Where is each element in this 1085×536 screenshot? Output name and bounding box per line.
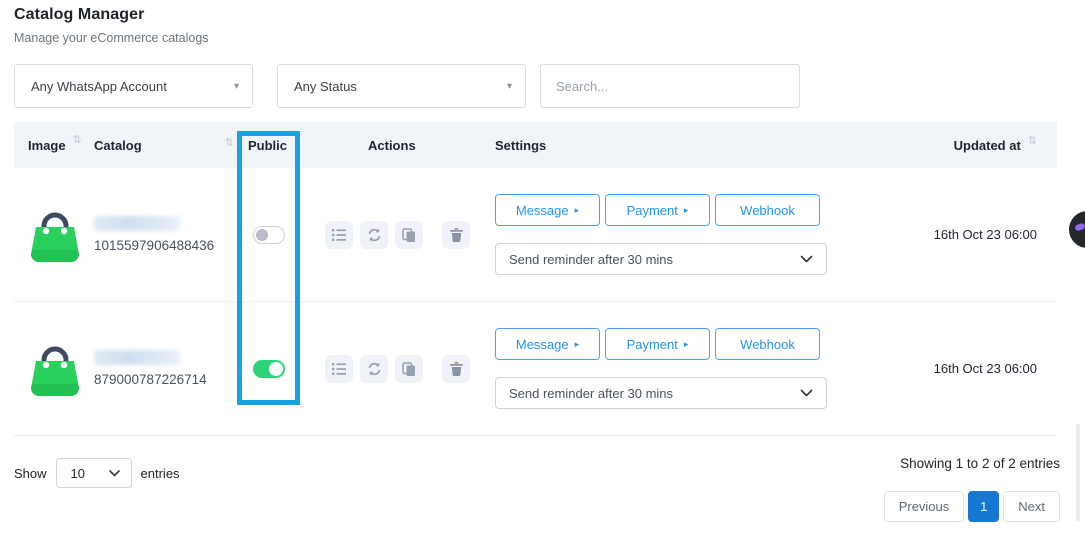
list-icon bbox=[332, 229, 346, 241]
toggle-knob bbox=[256, 229, 268, 241]
sync-button[interactable] bbox=[360, 221, 388, 249]
settings-cell: Message▸ Payment▸ Webhook Send reminder … bbox=[485, 194, 840, 275]
list-icon bbox=[332, 363, 346, 375]
widget-accent-icon bbox=[1074, 223, 1085, 232]
show-entries-control: Show 10 entries bbox=[14, 458, 180, 488]
list-products-button[interactable] bbox=[325, 221, 353, 249]
reminder-select[interactable]: Send reminder after 30 mins bbox=[495, 377, 827, 409]
webhook-settings-button[interactable]: Webhook bbox=[715, 194, 820, 226]
chevron-down-icon bbox=[109, 470, 120, 477]
payment-settings-button[interactable]: Payment▸ bbox=[605, 194, 710, 226]
floating-widget-button[interactable] bbox=[1069, 211, 1085, 248]
public-toggle[interactable] bbox=[253, 226, 285, 244]
page-title: Catalog Manager bbox=[14, 6, 209, 24]
updated-at-cell: 16th Oct 23 06:00 bbox=[840, 361, 1057, 376]
updated-at-cell: 16th Oct 23 06:00 bbox=[840, 227, 1057, 242]
catalog-name-redacted bbox=[94, 216, 180, 231]
header-actions: Actions bbox=[320, 138, 485, 153]
pagination: Previous 1 Next bbox=[880, 491, 1060, 522]
sort-icon[interactable]: ⇅ bbox=[225, 136, 234, 149]
page-header: Catalog Manager Manage your eCommerce ca… bbox=[14, 6, 209, 45]
webhook-settings-button[interactable]: Webhook bbox=[715, 328, 820, 360]
shopping-bag-icon bbox=[28, 340, 82, 398]
settings-cell: Message▸ Payment▸ Webhook Send reminder … bbox=[485, 328, 840, 409]
refresh-icon bbox=[367, 228, 382, 242]
reminder-select[interactable]: Send reminder after 30 mins bbox=[495, 243, 827, 275]
scrollbar[interactable] bbox=[1076, 424, 1080, 521]
caret-down-icon: ▾ bbox=[234, 81, 239, 92]
sort-icon[interactable]: ⇅ bbox=[73, 133, 82, 146]
delete-button[interactable] bbox=[442, 221, 470, 249]
page-size-value: 10 bbox=[71, 466, 85, 481]
sort-icon[interactable]: ⇅ bbox=[1028, 134, 1037, 147]
caret-right-icon: ▸ bbox=[684, 206, 689, 216]
trash-icon bbox=[450, 362, 463, 376]
next-page-button[interactable]: Next bbox=[1003, 491, 1060, 522]
caret-right-icon: ▸ bbox=[684, 340, 689, 350]
copy-icon bbox=[402, 228, 416, 242]
catalog-image-cell bbox=[14, 206, 94, 264]
public-cell bbox=[244, 360, 320, 378]
payment-settings-button[interactable]: Payment▸ bbox=[605, 328, 710, 360]
copy-icon bbox=[402, 362, 416, 376]
actions-cell bbox=[320, 221, 485, 249]
caret-right-icon: ▸ bbox=[575, 340, 580, 350]
caret-right-icon: ▸ bbox=[575, 206, 580, 216]
delete-button[interactable] bbox=[442, 355, 470, 383]
sync-button[interactable] bbox=[360, 355, 388, 383]
message-settings-button[interactable]: Message▸ bbox=[495, 194, 600, 226]
showing-entries-text: Showing 1 to 2 of 2 entries bbox=[900, 456, 1060, 471]
catalog-cell: 879000787226714 bbox=[94, 350, 244, 387]
public-toggle[interactable] bbox=[253, 360, 285, 378]
reminder-select-value: Send reminder after 30 mins bbox=[509, 252, 673, 267]
header-public: Public bbox=[244, 138, 320, 153]
catalog-manager-page: Catalog Manager Manage your eCommerce ca… bbox=[0, 0, 1085, 536]
catalog-table: Image⇅ Catalog⇅ Public Actions Settings … bbox=[14, 122, 1057, 436]
chevron-down-icon bbox=[800, 255, 813, 263]
header-settings: Settings bbox=[485, 138, 840, 153]
duplicate-button[interactable] bbox=[395, 355, 423, 383]
caret-down-icon: ▾ bbox=[507, 81, 512, 92]
whatsapp-account-select-value: Any WhatsApp Account bbox=[31, 79, 167, 94]
catalog-id: 879000787226714 bbox=[94, 372, 244, 387]
reminder-select-value: Send reminder after 30 mins bbox=[509, 386, 673, 401]
previous-page-button[interactable]: Previous bbox=[884, 491, 965, 522]
public-cell bbox=[244, 226, 320, 244]
status-select[interactable]: Any Status ▾ bbox=[277, 64, 526, 108]
refresh-icon bbox=[367, 362, 382, 376]
header-updated-at[interactable]: Updated at⇅ bbox=[840, 138, 1057, 153]
filters-bar: Any WhatsApp Account ▾ Any Status ▾ bbox=[14, 64, 800, 108]
catalog-image-cell bbox=[14, 340, 94, 398]
catalog-id: 1015597906488436 bbox=[94, 238, 244, 253]
actions-cell bbox=[320, 355, 485, 383]
table-row: 1015597906488436 bbox=[14, 168, 1057, 302]
duplicate-button[interactable] bbox=[395, 221, 423, 249]
header-catalog[interactable]: Catalog⇅ bbox=[94, 138, 244, 153]
list-products-button[interactable] bbox=[325, 355, 353, 383]
shopping-bag-icon bbox=[28, 206, 82, 264]
toggle-knob bbox=[269, 362, 283, 376]
catalog-cell: 1015597906488436 bbox=[94, 216, 244, 253]
status-select-value: Any Status bbox=[294, 79, 357, 94]
catalog-name-redacted bbox=[94, 350, 180, 365]
trash-icon bbox=[450, 228, 463, 242]
chevron-down-icon bbox=[800, 389, 813, 397]
entries-label: entries bbox=[141, 466, 180, 481]
page-subtitle: Manage your eCommerce catalogs bbox=[14, 31, 209, 45]
message-settings-button[interactable]: Message▸ bbox=[495, 328, 600, 360]
search-input[interactable] bbox=[540, 64, 800, 108]
header-image[interactable]: Image⇅ bbox=[14, 138, 94, 153]
page-1-button[interactable]: 1 bbox=[968, 491, 999, 522]
table-header-row: Image⇅ Catalog⇅ Public Actions Settings … bbox=[14, 122, 1057, 168]
page-size-select[interactable]: 10 bbox=[56, 458, 132, 488]
show-label: Show bbox=[14, 466, 47, 481]
whatsapp-account-select[interactable]: Any WhatsApp Account ▾ bbox=[14, 64, 253, 108]
table-row: 879000787226714 bbox=[14, 302, 1057, 436]
